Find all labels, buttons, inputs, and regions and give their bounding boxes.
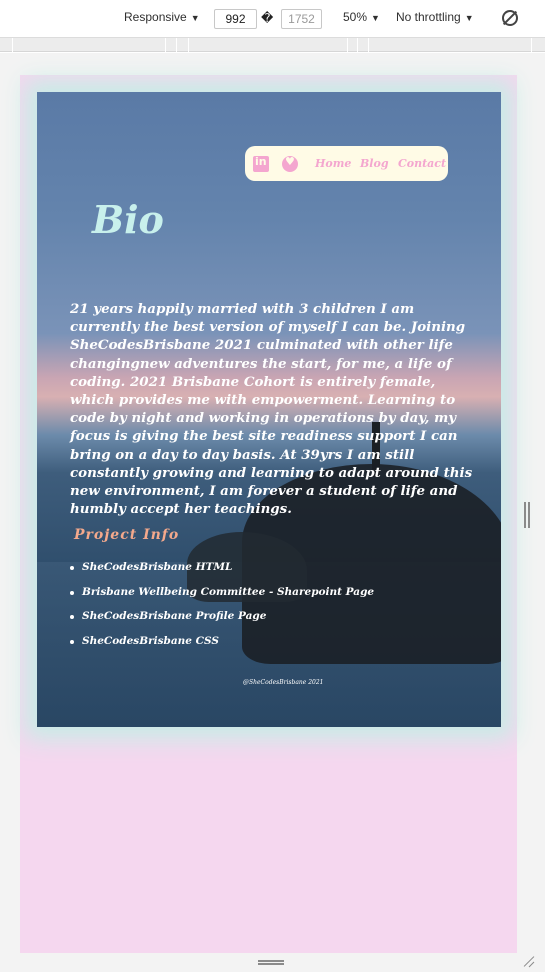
resize-handle-bottom[interactable] (258, 960, 284, 965)
ruler-tick (357, 38, 358, 52)
ruler-tick (188, 38, 189, 52)
bio-paragraph: 21 years happily married with 3 children… (70, 301, 473, 518)
zoom-select[interactable]: 50% ▼ (343, 10, 380, 24)
resize-handle-right[interactable] (524, 502, 530, 528)
footer-copyright: @SheCodesBrisbane 2021 (243, 679, 324, 686)
project-list: SheCodesBrisbane HTML Brisbane Wellbeing… (70, 561, 374, 659)
list-item[interactable]: SheCodesBrisbane CSS (70, 635, 374, 660)
list-item[interactable]: SheCodesBrisbane Profile Page (70, 610, 374, 635)
ruler-tick (176, 38, 177, 52)
linkedin-icon[interactable] (253, 155, 269, 172)
height-input[interactable]: 1752 (281, 9, 322, 29)
width-input[interactable]: 992 (214, 9, 257, 29)
ruler-tick (12, 38, 13, 52)
zoom-label: 50% (343, 10, 368, 24)
nav-link-blog[interactable]: Blog (360, 157, 389, 170)
chevron-down-icon: ▼ (371, 13, 380, 23)
resize-handle-corner[interactable] (522, 955, 534, 967)
devtools-toolbar: Responsive ▼ 992 � 1752 50% ▼ No throttlin… (0, 0, 545, 38)
project-info-heading: Project Info (74, 527, 180, 543)
ruler-tick (165, 38, 166, 52)
heart-icon[interactable] (282, 155, 298, 172)
media-query-ruler[interactable] (0, 38, 545, 52)
page-title: Bio (92, 197, 164, 242)
nav-link-home[interactable]: Home (315, 157, 351, 170)
dimension-separator: � (261, 11, 274, 25)
device-select[interactable]: Responsive ▼ (124, 10, 200, 24)
nav-link-contact[interactable]: Contact (398, 157, 446, 170)
ruler-tick (347, 38, 348, 52)
chevron-down-icon: ▼ (464, 13, 474, 23)
device-label: Responsive (124, 10, 187, 24)
list-item[interactable]: SheCodesBrisbane HTML (70, 561, 374, 586)
site-nav: Home Blog Contact (245, 146, 448, 181)
throttling-label: No throttling (396, 10, 461, 24)
chevron-down-icon: ▼ (190, 13, 200, 23)
throttling-select[interactable]: No throttling ▼ (396, 10, 474, 24)
ruler-tick (368, 38, 369, 52)
ruler-tick (531, 38, 532, 52)
list-item[interactable]: Brisbane Wellbeing Committee - Sharepoin… (70, 586, 374, 611)
rotate-icon[interactable] (502, 10, 518, 26)
